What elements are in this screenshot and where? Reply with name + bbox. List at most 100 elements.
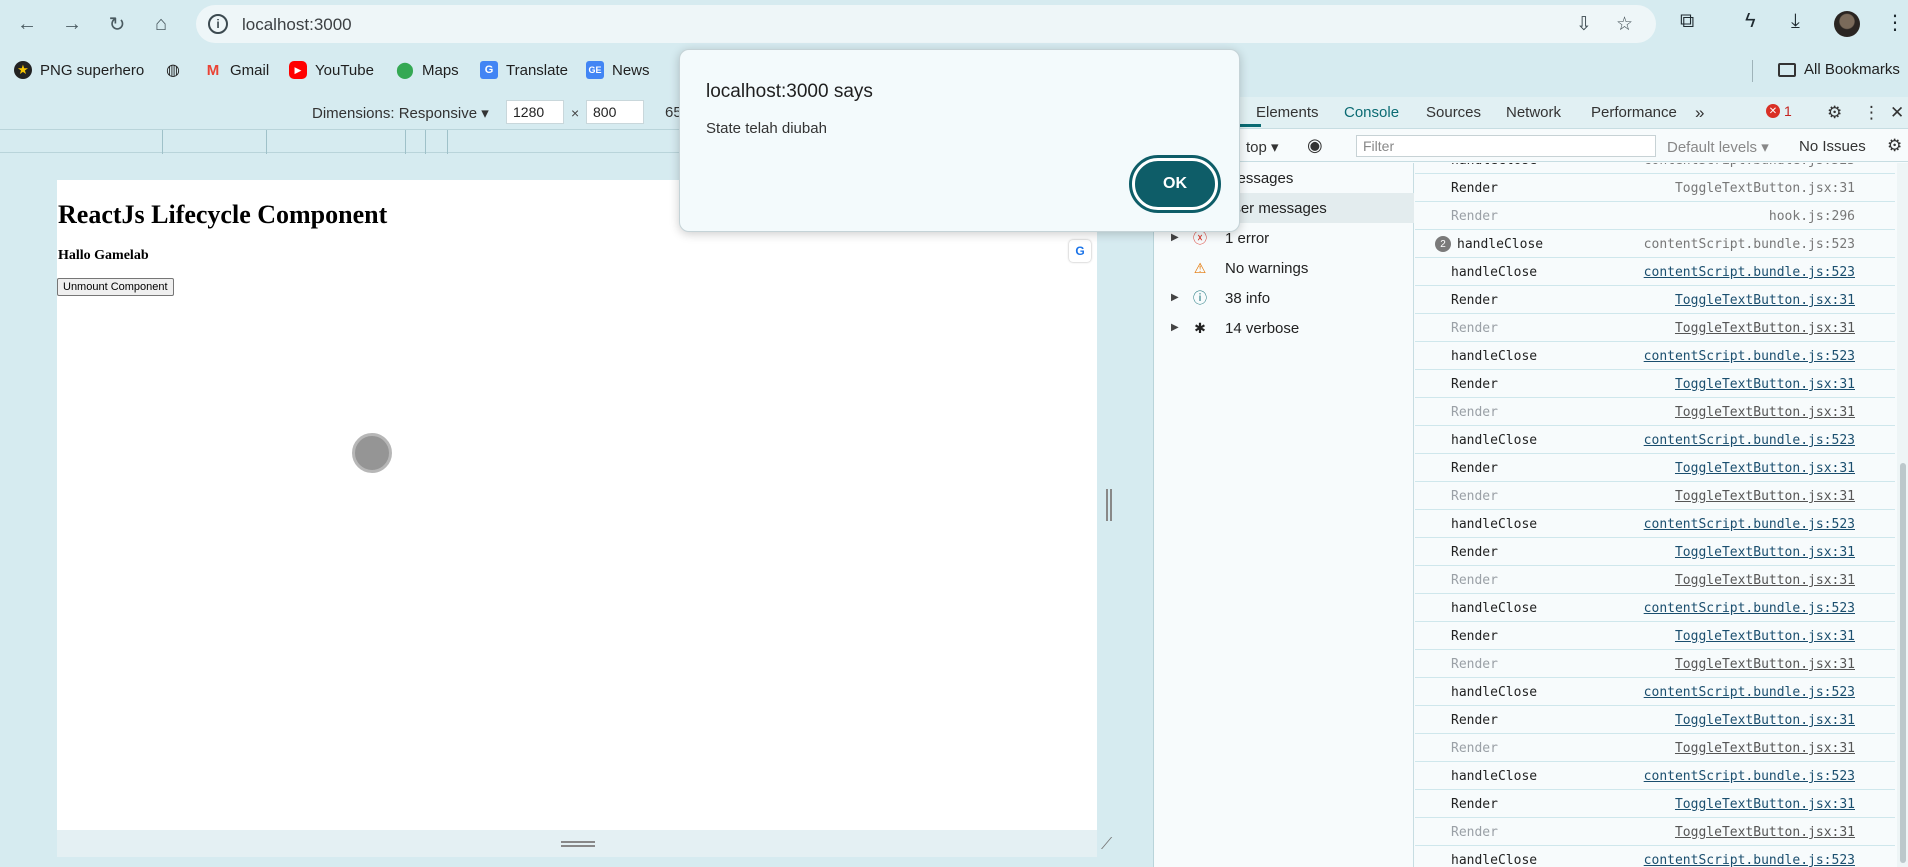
log-source-link[interactable]: ToggleTextButton.jsx:31 [1675,405,1855,420]
scrollbar-thumb[interactable] [1900,463,1906,863]
log-source-link[interactable]: ToggleTextButton.jsx:31 [1675,461,1855,476]
ok-button[interactable]: OK [1129,155,1221,213]
dialog-title: localhost:3000 says [706,81,873,102]
tab-elements[interactable]: Elements [1256,104,1319,121]
performance-icon[interactable]: ϟ [1745,10,1756,33]
issues-button[interactable]: No Issues [1799,138,1866,155]
log-source-link[interactable]: contentScript.bundle.js:523 [1644,163,1855,168]
bookmark-globe[interactable]: ◍ [164,61,182,79]
log-source-link[interactable]: ToggleTextButton.jsx:31 [1675,377,1855,392]
bookmark-png-superhero[interactable]: ★ PNG superhero [14,61,144,79]
bookmark-youtube[interactable]: ▶ YouTube [289,61,374,79]
bookmark-gmail[interactable]: M Gmail [204,61,269,79]
log-source-link[interactable]: ToggleTextButton.jsx:31 [1675,797,1855,812]
bookmark-star-icon[interactable]: ☆ [1616,13,1633,36]
downloads-icon[interactable]: ⤓ [1791,10,1800,33]
settings-gear-icon[interactable]: ⚙ [1827,103,1842,123]
devtools-menu-icon[interactable]: ⋮ [1863,103,1880,123]
reload-icon[interactable]: ↻ [103,10,131,38]
home-icon[interactable]: ⌂ [147,10,175,38]
console-filter-input[interactable]: Filter [1356,135,1656,157]
expand-arrow-icon[interactable]: ▶ [1171,232,1179,243]
bookmark-maps[interactable]: ⬤ Maps [396,61,459,80]
log-source-link[interactable]: contentScript.bundle.js:523 [1644,685,1855,700]
bookmark-translate[interactable]: G Translate [480,61,568,79]
emulated-viewport: ReactJs Lifecycle Component Hallo Gamela… [57,180,1097,830]
height-input[interactable]: 800 [586,100,644,124]
log-source-link[interactable]: ToggleTextButton.jsx:31 [1675,825,1855,840]
log-source-link[interactable]: contentScript.bundle.js:523 [1644,601,1855,616]
globe-icon: ◍ [166,62,180,79]
log-message: Render [1451,321,1498,336]
default-levels-dropdown[interactable]: Default levels ▾ [1667,138,1769,156]
tab-console[interactable]: Console [1344,104,1399,121]
console-filter-bar: top ▾ ◉ Filter Default levels ▾ No Issue… [1154,130,1908,162]
log-source-link[interactable]: contentScript.bundle.js:523 [1644,853,1855,867]
profile-avatar[interactable] [1834,11,1860,37]
context-selector[interactable]: top ▾ [1246,138,1279,156]
console-scrollbar[interactable] [1897,163,1908,867]
google-translate-icon[interactable]: G [1069,240,1091,262]
log-source-link[interactable]: contentScript.bundle.js:523 [1644,265,1855,280]
log-source-link[interactable]: ToggleTextButton.jsx:31 [1675,321,1855,336]
log-source-link[interactable]: contentScript.bundle.js:523 [1644,237,1855,252]
console-log-row: handleClose contentScript.bundle.js:523 [1415,163,1895,174]
log-message: Render [1451,629,1498,644]
log-source-link[interactable]: ToggleTextButton.jsx:31 [1675,545,1855,560]
log-source-link[interactable]: contentScript.bundle.js:523 [1644,433,1855,448]
log-source-link[interactable]: ToggleTextButton.jsx:31 [1675,489,1855,504]
forward-icon[interactable]: → [58,10,86,38]
dimensions-dropdown[interactable]: Dimensions: Responsive ▾ [312,104,489,122]
log-source-link[interactable]: ToggleTextButton.jsx:31 [1675,657,1855,672]
sidebar-item-label: 14 verbose [1225,320,1300,337]
log-source-link[interactable]: contentScript.bundle.js:523 [1644,517,1855,532]
more-tabs-icon[interactable]: » [1695,103,1704,123]
address-bar[interactable]: i localhost:3000 ⇩ ☆ [196,5,1656,43]
sidebar-item-warnings[interactable]: ⚠ No warnings [1154,253,1414,283]
sidebar-item-info[interactable]: ▶ ⓘ 38 info [1154,283,1414,313]
console-settings-icon[interactable]: ⚙ [1887,136,1902,156]
sidebar-item-label: 1 error [1225,230,1270,247]
close-devtools-icon[interactable]: ✕ [1890,103,1904,123]
tab-network[interactable]: Network [1506,104,1561,121]
sidebar-item-label: user messages [1225,200,1327,217]
site-info-icon[interactable]: i [208,14,228,34]
log-source-link[interactable]: ToggleTextButton.jsx:31 [1675,573,1855,588]
log-source-link[interactable]: ToggleTextButton.jsx:31 [1675,713,1855,728]
log-source-link[interactable]: ToggleTextButton.jsx:31 [1675,293,1855,308]
tab-sources[interactable]: Sources [1426,104,1481,121]
log-source-link[interactable]: hook.js:296 [1769,209,1855,224]
unmount-component-button[interactable]: Unmount Component [57,278,174,296]
expand-arrow-icon[interactable]: ▶ [1171,322,1179,333]
bookmark-news[interactable]: GE News [586,61,650,79]
all-bookmarks[interactable]: All Bookmarks [1778,61,1900,78]
log-source-link[interactable]: ToggleTextButton.jsx:31 [1675,181,1855,196]
info-icon: ⓘ [1193,290,1207,306]
corner-resize-icon[interactable]: ⟋ [1101,836,1112,854]
expand-arrow-icon[interactable]: ▶ [1171,292,1179,303]
viewport-side-resize-handle[interactable] [1106,489,1112,521]
install-app-icon[interactable]: ⇩ [1576,13,1592,36]
url-text[interactable]: localhost:3000 [242,15,352,35]
log-message: handleClose [1451,685,1538,700]
bookmark-label: YouTube [315,61,374,79]
log-source-link[interactable]: ToggleTextButton.jsx:31 [1675,629,1855,644]
log-source-link[interactable]: contentScript.bundle.js:523 [1644,769,1855,784]
default-levels-label: Default levels [1667,139,1758,156]
log-source-link[interactable]: contentScript.bundle.js:523 [1644,349,1855,364]
back-icon[interactable]: ← [13,10,41,38]
caret-down-icon: ▾ [1761,139,1769,156]
tab-performance[interactable]: Performance [1591,104,1677,121]
viewport-bottom-handle[interactable] [57,830,1097,857]
error-count[interactable]: 1 [1784,103,1792,119]
console-log[interactable]: handleClose contentScript.bundle.js:523 Re… [1415,163,1908,867]
sidebar-item-verbose[interactable]: ▶ ✱ 14 verbose [1154,313,1414,343]
menu-kebab-icon[interactable]: ⋮ [1885,10,1905,35]
extensions-icon[interactable]: ⧉ [1680,10,1694,33]
error-count-icon[interactable]: ✕ [1766,104,1780,118]
live-expression-eye-icon[interactable]: ◉ [1307,135,1323,156]
log-source-link[interactable]: ToggleTextButton.jsx:31 [1675,741,1855,756]
log-message: handleClose [1451,265,1538,280]
warning-icon: ⚠ [1193,259,1207,276]
width-input[interactable]: 1280 [506,100,564,124]
